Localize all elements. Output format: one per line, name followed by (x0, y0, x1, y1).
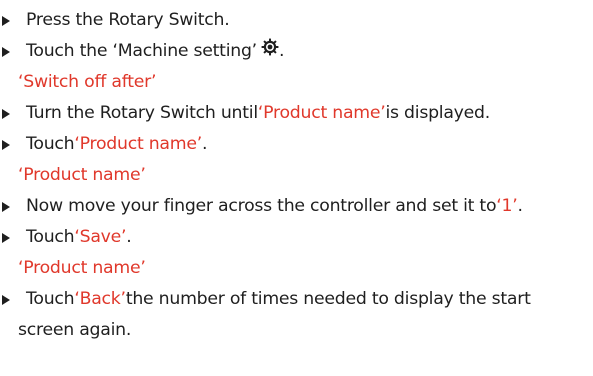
step-turn-rotary-switch: Turn the Rotary Switch until ‘Product na… (0, 98, 593, 129)
step-text: Press the Rotary Switch. (26, 10, 230, 30)
highlight-text: ‘Product name’ (74, 134, 202, 154)
result-product-name: ‘Product name’ (0, 160, 593, 191)
bullet-arrow-icon (2, 233, 18, 243)
step-text-end: the number of times needed to display th… (125, 289, 531, 309)
step-touch-machine-setting: Touch the ‘Machine setting’ . (0, 36, 593, 67)
step-touch-save: Touch ‘Save’. (0, 222, 593, 253)
highlight-text: ‘Save’ (74, 227, 127, 247)
bullet-arrow-icon (2, 202, 18, 212)
bullet-arrow-icon (2, 295, 18, 305)
result-text: ‘Product name’ (18, 165, 146, 185)
step-text: Touch (26, 227, 75, 247)
step-touch-back-continuation: screen again. (0, 315, 593, 346)
step-text-end: . (126, 227, 132, 247)
step-text-end: . (517, 196, 524, 216)
instruction-page: Press the Rotary Switch. Touch the ‘Mach… (0, 0, 593, 376)
step-text-end: . (201, 134, 208, 154)
step-text: Turn the Rotary Switch until (26, 103, 258, 123)
bullet-arrow-icon (2, 140, 18, 150)
result-text: ‘Product name’ (18, 258, 146, 278)
step-text-end: . (278, 41, 285, 61)
step-text-end: is displayed. (385, 103, 491, 123)
step-text: Touch the ‘Machine setting’ (26, 41, 257, 61)
bullet-arrow-icon (2, 47, 18, 57)
bullet-arrow-icon (2, 109, 18, 119)
step-text: Touch (26, 134, 75, 154)
result-switch-off-after: ‘Switch off after’ (0, 67, 593, 98)
step-text: Touch (26, 289, 75, 309)
step-move-finger: Now move your finger across the controll… (0, 191, 593, 222)
step-press-rotary-switch: Press the Rotary Switch. (0, 5, 593, 36)
result-product-name-2: ‘Product name’ (0, 253, 593, 284)
bullet-arrow-icon (2, 16, 18, 26)
step-touch-product-name: Touch ‘Product name’. (0, 129, 593, 160)
highlight-text: ‘Back’ (74, 289, 126, 309)
gear-icon (261, 36, 279, 67)
step-text-continued: screen again. (18, 320, 132, 340)
highlight-text: ‘1’ (496, 196, 518, 216)
step-touch-back: Touch ‘Back’ the number of times needed … (0, 284, 593, 315)
result-text: ‘Switch off after’ (18, 72, 157, 92)
highlight-text: ‘Product name’ (257, 103, 386, 123)
step-text: Now move your finger across the controll… (26, 196, 497, 216)
